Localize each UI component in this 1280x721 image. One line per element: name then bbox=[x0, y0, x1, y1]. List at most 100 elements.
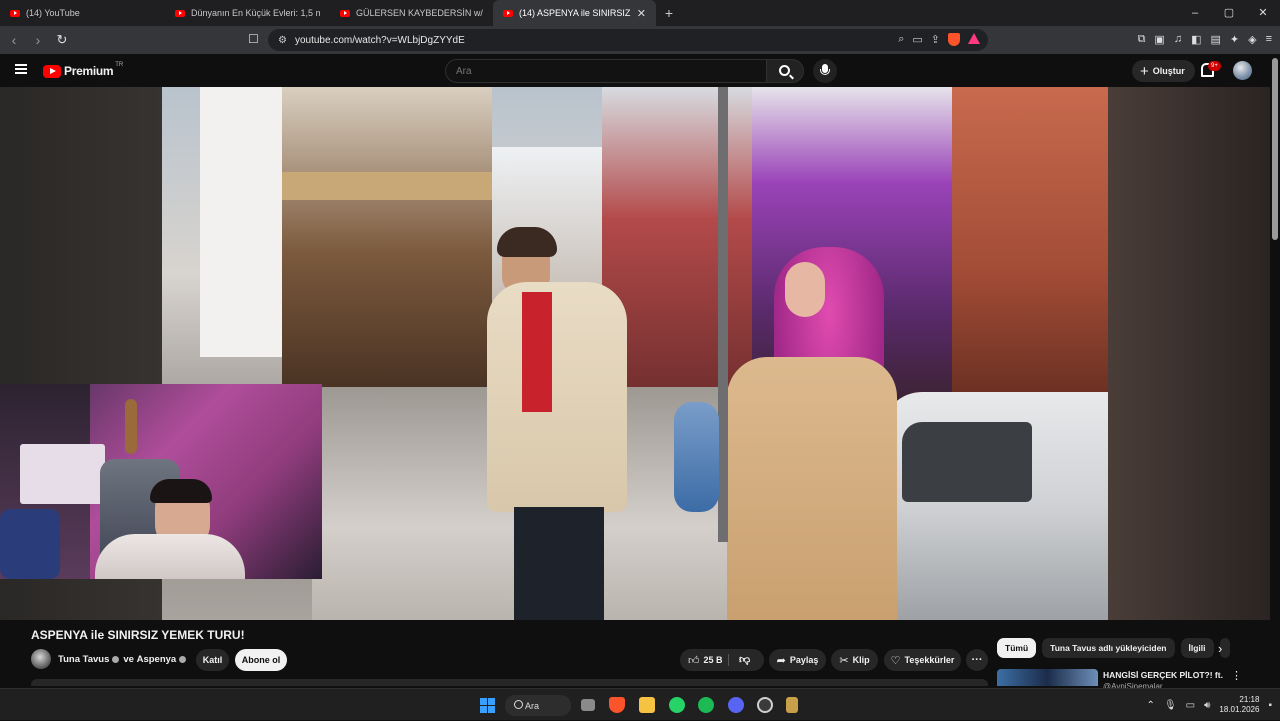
tab-title: GÜLERSEN KAYBEDERSİN w/ Rutin D bbox=[356, 8, 483, 18]
streamer-webcam-overlay bbox=[0, 384, 322, 579]
channel-joiner: ve bbox=[123, 654, 134, 665]
create-button[interactable]: + Oluştur bbox=[1132, 60, 1195, 82]
channel-names[interactable]: Tuna Tavus ve Aspenya bbox=[58, 654, 190, 665]
brave-shields-icon[interactable] bbox=[948, 33, 960, 46]
taskbar-clock[interactable]: 21:18 18.01.2026 bbox=[1219, 695, 1259, 715]
brave-browser-icon[interactable] bbox=[609, 697, 625, 713]
wallet-icon[interactable]: ▤ bbox=[1210, 33, 1220, 46]
brave-rewards-icon[interactable] bbox=[968, 33, 980, 44]
url-text: youtube.com/watch?v=WLbjDgZYYdE bbox=[294, 34, 465, 46]
file-explorer-icon[interactable] bbox=[639, 697, 655, 713]
media-icon[interactable]: ♫ bbox=[1174, 33, 1182, 46]
thanks-button[interactable]: ♡ Teşekkürler bbox=[884, 649, 961, 671]
more-actions-button[interactable]: ··· bbox=[966, 649, 988, 671]
vpn-icon[interactable]: ◈ bbox=[1248, 33, 1256, 46]
browser-tab[interactable]: (14) YouTube bbox=[0, 0, 165, 26]
browser-tab-strip: (14) YouTube Dünyanın En Küçük Evleri: 1… bbox=[0, 0, 1280, 26]
new-tab-button[interactable]: + bbox=[656, 5, 682, 21]
close-tab-icon[interactable]: ✕ bbox=[637, 7, 646, 20]
maximize-icon[interactable]: ▢ bbox=[1212, 0, 1246, 26]
close-window-icon[interactable]: ✕ bbox=[1246, 0, 1280, 26]
browser-tab[interactable]: GÜLERSEN KAYBEDERSİN w/ Rutin D bbox=[330, 0, 493, 26]
clip-label: Klip bbox=[852, 655, 870, 665]
youtube-favicon-icon bbox=[10, 9, 20, 17]
share-button[interactable]: ➦ Paylaş bbox=[769, 649, 826, 671]
share-icon: ➦ bbox=[776, 654, 786, 667]
youtube-favicon-icon bbox=[503, 9, 513, 17]
sidebar-icon[interactable]: ◧ bbox=[1191, 33, 1201, 46]
logo-country: TR bbox=[115, 62, 124, 68]
video-player[interactable] bbox=[0, 87, 1270, 620]
chevron-up-icon[interactable]: ⌃ bbox=[1147, 700, 1155, 711]
youtube-premium-logo[interactable]: Premium TR bbox=[43, 62, 124, 78]
voice-search-icon[interactable] bbox=[813, 59, 837, 83]
recommended-thumbnail[interactable] bbox=[997, 669, 1098, 686]
leo-ai-icon[interactable]: ✦ bbox=[1230, 33, 1239, 46]
chip-related[interactable]: İlgili bbox=[1180, 638, 1214, 658]
collab-channel-name[interactable]: Aspenya bbox=[137, 654, 177, 665]
reload-icon[interactable]: ↻ bbox=[52, 32, 72, 48]
account-avatar[interactable] bbox=[1233, 61, 1252, 80]
microphone-icon[interactable]: 🎙︎ bbox=[1164, 700, 1177, 711]
super-thanks-icon: ♡ bbox=[890, 654, 901, 667]
screenshot-icon[interactable]: ▣ bbox=[1154, 33, 1164, 46]
like-count: 25 B bbox=[703, 655, 723, 665]
subscribe-button[interactable]: Abone ol bbox=[235, 649, 287, 671]
chip-from-uploader[interactable]: Tuna Tavus adlı yükleyiciden bbox=[1042, 638, 1175, 658]
search-input[interactable] bbox=[446, 60, 746, 82]
dislike-icon[interactable]: 👎︎ bbox=[739, 653, 750, 666]
browser-tab[interactable]: Dünyanın En Küçük Evleri: 1,5 m² Tab bbox=[165, 0, 330, 26]
channel-avatar[interactable] bbox=[31, 649, 51, 669]
hamburger-menu-icon[interactable] bbox=[15, 64, 27, 74]
like-button[interactable]: 👍︎ 25 B bbox=[688, 654, 723, 667]
search-button[interactable] bbox=[767, 59, 804, 83]
spotify-icon[interactable] bbox=[698, 697, 714, 713]
browser-tab-active[interactable]: (14) ASPENYA ile SINIRSIZ YEME ✕ bbox=[493, 0, 656, 26]
description-box[interactable] bbox=[31, 679, 988, 686]
task-view-icon[interactable] bbox=[581, 699, 595, 711]
cast-icon[interactable]: ▭ bbox=[912, 33, 922, 46]
join-button[interactable]: Katıl bbox=[196, 649, 229, 671]
obs-icon[interactable] bbox=[757, 697, 773, 713]
notification-center-icon[interactable]: ▪ bbox=[1268, 700, 1272, 711]
address-bar[interactable]: ⚙ youtube.com/watch?v=WLbjDgZYYdE ⌕ ▭ ⇪ bbox=[268, 29, 988, 51]
site-info-icon[interactable]: ⚙ bbox=[278, 35, 287, 46]
menu-icon[interactable]: ≡ bbox=[1266, 33, 1272, 46]
taskbar-search[interactable]: Ara bbox=[505, 695, 571, 716]
notification-badge: 9+ bbox=[1208, 61, 1221, 71]
thumbs-up-icon: 👍︎ bbox=[688, 654, 700, 667]
volume-icon[interactable]: 🔊︎ bbox=[1204, 700, 1210, 711]
discord-icon[interactable] bbox=[728, 697, 744, 713]
search-box bbox=[445, 59, 767, 83]
tab-title: (14) YouTube bbox=[26, 8, 80, 18]
app-icon[interactable] bbox=[786, 697, 798, 713]
windows-start-icon[interactable] bbox=[480, 698, 495, 713]
network-icon[interactable]: ▭ bbox=[1186, 700, 1195, 711]
clip-button[interactable]: ✂ Klip bbox=[831, 649, 878, 671]
share-page-icon[interactable]: ⇪ bbox=[931, 33, 940, 46]
scissors-icon: ✂ bbox=[839, 654, 849, 667]
video-info-section: ASPENYA ile SINIRSIZ YEMEK TURU! Tuna Ta… bbox=[0, 620, 1280, 691]
chip-all[interactable]: Tümü bbox=[997, 638, 1037, 658]
logo-text: Premium bbox=[64, 64, 114, 78]
back-icon[interactable]: ‹ bbox=[4, 32, 24, 48]
page-scrollbar[interactable] bbox=[1272, 58, 1278, 240]
share-label: Paylaş bbox=[789, 655, 819, 665]
youtube-favicon-icon bbox=[175, 9, 185, 17]
chevron-right-icon[interactable]: › bbox=[1218, 641, 1222, 656]
whatsapp-icon[interactable] bbox=[669, 697, 685, 713]
extensions-icon[interactable]: ⧉ bbox=[1138, 33, 1146, 46]
youtube-play-icon bbox=[43, 64, 61, 78]
plus-icon: + bbox=[1140, 62, 1149, 80]
channel-name[interactable]: Tuna Tavus bbox=[58, 654, 109, 665]
video-title: ASPENYA ile SINIRSIZ YEMEK TURU! bbox=[31, 628, 245, 642]
kebab-menu-icon[interactable]: ⋮ bbox=[1231, 669, 1242, 682]
address-bar-icons: ⌕ ▭ ⇪ bbox=[898, 33, 980, 46]
forward-icon[interactable]: › bbox=[28, 32, 48, 48]
minimize-icon[interactable]: – bbox=[1178, 0, 1212, 26]
bookmark-icon[interactable]: ☐ bbox=[248, 32, 259, 46]
create-label: Oluştur bbox=[1152, 66, 1185, 76]
zoom-icon[interactable]: ⌕ bbox=[898, 33, 904, 46]
recommended-title[interactable]: HANGİSİ GERÇEK PİLOT?! ft. bbox=[1103, 670, 1223, 680]
verified-icon bbox=[179, 656, 187, 663]
